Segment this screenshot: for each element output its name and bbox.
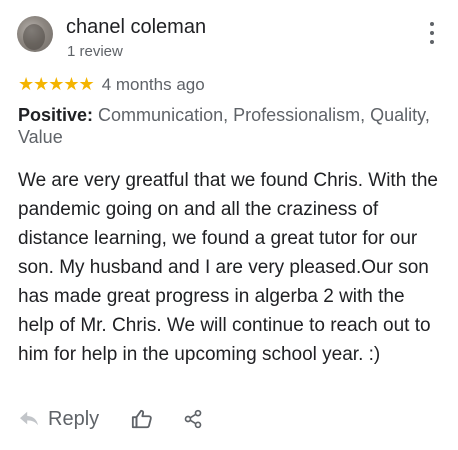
avatar-image <box>23 24 45 50</box>
thumbs-up-icon[interactable] <box>131 408 153 430</box>
avatar[interactable] <box>17 16 53 52</box>
share-icon[interactable] <box>183 409 203 429</box>
more-options-button[interactable] <box>425 22 439 44</box>
more-vertical-icon <box>430 22 434 26</box>
review-attributes: Positive: Communication, Professionalism… <box>18 104 438 148</box>
reply-button[interactable]: Reply <box>18 408 99 431</box>
reply-icon <box>20 411 38 426</box>
review-actions: Reply <box>18 404 203 434</box>
reviewer-review-count: 1 review <box>67 43 123 60</box>
attributes-label: Positive: <box>18 105 94 125</box>
review-text: We are very greatful that we found Chris… <box>18 170 438 365</box>
star-rating: ★★★★★ <box>18 74 95 94</box>
reply-label: Reply <box>48 407 100 430</box>
reviewer-name[interactable]: chanel coleman <box>66 16 206 39</box>
rating-row: ★★★★★ 4 months ago <box>18 74 205 95</box>
review-date: 4 months ago <box>101 74 205 94</box>
